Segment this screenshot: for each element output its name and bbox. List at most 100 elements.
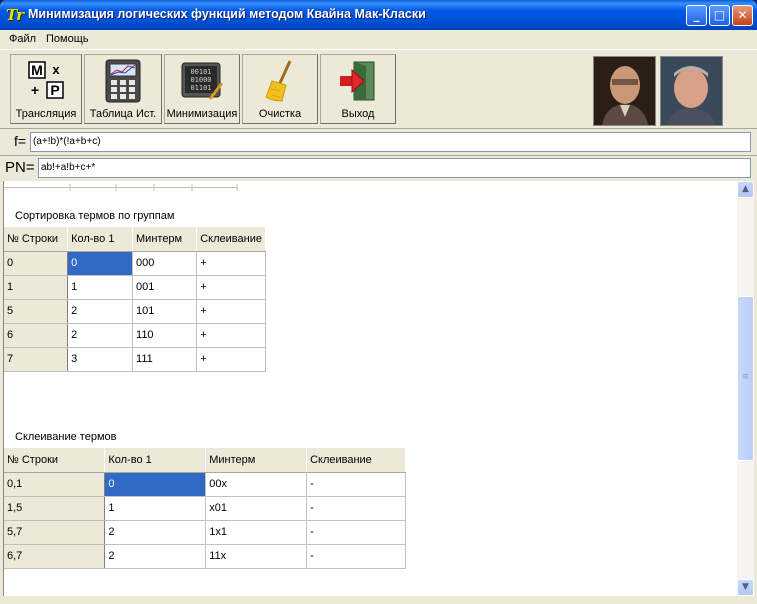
table-cell[interactable]: 11x [205, 544, 308, 569]
table-cell[interactable]: 0 [104, 472, 207, 497]
table-header-row: № Строки Кол-во 1 Минтерм Склеивание [4, 448, 406, 473]
clear-label: Очистка [258, 108, 302, 120]
table-row: 6 2 110 + [4, 323, 266, 348]
binary-line-1: 00101 [190, 68, 211, 76]
exit-label: Выход [341, 108, 375, 120]
table-cell[interactable]: 2 [67, 299, 134, 324]
table-row: 5,7 2 1x1 - [4, 520, 406, 545]
merge-table: № Строки Кол-во 1 Минтерм Склеивание 0,1… [4, 448, 406, 569]
table-cell[interactable]: 2 [67, 323, 134, 348]
column-header[interactable]: № Строки [4, 227, 69, 252]
row-number-cell[interactable]: 0 [4, 251, 69, 276]
row-number-cell[interactable]: 6,7 [4, 544, 106, 569]
translate-button[interactable]: M x + P Трансляция [10, 54, 82, 124]
chevron-up-icon: ▲ [742, 184, 749, 194]
table-cell[interactable]: - [306, 496, 406, 521]
window-title: Минимизация логических функций методом К… [28, 7, 426, 21]
table-row: 1,5 1 x01 - [4, 496, 406, 521]
groups-table: № Строки Кол-во 1 Минтерм Склеивание 0 0… [4, 227, 266, 372]
table-cell[interactable]: + [196, 347, 266, 372]
app-window: Tr Минимизация логических функций методо… [0, 0, 757, 604]
table-cell[interactable]: 2 [104, 520, 207, 545]
groups-table-title: Сортировка термов по группам [15, 210, 175, 222]
minimize-function-label: Минимизация [166, 108, 238, 120]
table-cell[interactable]: x01 [205, 496, 308, 521]
formula-row: f= (a+!b)*(!a+b+c) [0, 128, 757, 155]
table-cell[interactable]: 0 [67, 251, 134, 276]
scroll-up-button[interactable]: ▲ [737, 181, 754, 198]
row-number-cell[interactable]: 5 [4, 299, 69, 324]
menu-bar: Файл Помощь [0, 30, 757, 49]
translate-icon-p: P [50, 82, 59, 98]
scroll-down-button[interactable]: ▼ [737, 579, 754, 596]
table-row: 0,1 0 00x - [4, 472, 406, 497]
calculator-icon [103, 59, 143, 103]
table-row: 0 0 000 + [4, 251, 266, 276]
pn-label: PN= [5, 159, 35, 176]
table-row: 1 1 001 + [4, 275, 266, 300]
pn-row: PN= ab!+a!b+c+* [0, 155, 757, 182]
minimize-button[interactable]: _ [686, 5, 707, 26]
results-pane[interactable]: Сортировка термов по группам № Строки Ко… [3, 181, 737, 596]
table-cell[interactable]: - [306, 544, 406, 569]
vertical-scrollbar[interactable]: ▲ ≡ ▼ [737, 181, 754, 596]
translate-icon-m: M [31, 62, 43, 78]
table-cell[interactable]: - [306, 520, 406, 545]
table-cell[interactable]: + [196, 251, 266, 276]
table-cell[interactable]: - [306, 472, 406, 497]
table-cell[interactable]: 001 [132, 275, 198, 300]
column-header[interactable]: Склеивание [196, 227, 266, 252]
title-bar[interactable]: Tr Минимизация логических функций методо… [0, 0, 757, 30]
menu-help[interactable]: Помощь [46, 33, 89, 45]
row-number-cell[interactable]: 1 [4, 275, 69, 300]
row-number-cell[interactable]: 0,1 [4, 472, 106, 497]
clear-button[interactable]: Очистка [242, 54, 318, 124]
truth-table-button[interactable]: Таблица Ист. [84, 54, 162, 124]
chevron-down-icon: ▼ [742, 582, 749, 592]
table-cell[interactable]: 00x [205, 472, 308, 497]
table-row: 7 3 111 + [4, 347, 266, 372]
table-cell[interactable]: 1 [67, 275, 134, 300]
table-cell[interactable]: 110 [132, 323, 198, 348]
table-cell[interactable]: + [196, 275, 266, 300]
translate-icon-x: x [52, 62, 60, 77]
exit-button[interactable]: Выход [320, 54, 396, 124]
column-header[interactable]: Кол-во 1 [104, 448, 207, 473]
formula-input[interactable]: (a+!b)*(!a+b+c) [30, 132, 751, 152]
binary-line-2: 01000 [190, 76, 211, 84]
binary-monitor-icon: 00101 01000 01101 [180, 61, 224, 101]
table-cell[interactable]: + [196, 299, 266, 324]
row-number-cell[interactable]: 1,5 [4, 496, 106, 521]
close-button[interactable]: ✕ [732, 5, 753, 26]
formula-label: f= [14, 133, 27, 149]
table-row: 6,7 2 11x - [4, 544, 406, 569]
column-header[interactable]: № Строки [4, 448, 106, 473]
column-header[interactable]: Кол-во 1 [67, 227, 134, 252]
table-cell[interactable]: 111 [132, 347, 198, 372]
table-cell[interactable]: + [196, 323, 266, 348]
maximize-button[interactable]: □ [709, 5, 730, 26]
translate-label: Трансляция [15, 108, 77, 120]
column-header[interactable]: Минтерм [205, 448, 308, 473]
table-header-row: № Строки Кол-во 1 Минтерм Склеивание [4, 227, 266, 252]
table-cell[interactable]: 3 [67, 347, 134, 372]
table-cell[interactable]: 1x1 [205, 520, 308, 545]
merge-table-title: Склеивание термов [15, 431, 117, 443]
minimize-function-button[interactable]: 00101 01000 01101 Минимизация [164, 54, 240, 124]
table-cell[interactable]: 101 [132, 299, 198, 324]
table-cell[interactable]: 1 [104, 496, 207, 521]
app-icon: Tr [6, 6, 24, 24]
row-number-cell[interactable]: 5,7 [4, 520, 106, 545]
row-number-cell[interactable]: 7 [4, 347, 69, 372]
binary-line-3: 01101 [190, 84, 211, 92]
column-header[interactable]: Склеивание [306, 448, 406, 473]
table-cell[interactable]: 2 [104, 544, 207, 569]
pn-input[interactable]: ab!+a!b+c+* [38, 158, 751, 178]
row-number-cell[interactable]: 6 [4, 323, 69, 348]
scrollbar-thumb[interactable]: ≡ [737, 296, 754, 461]
broom-icon [260, 59, 300, 103]
menu-file[interactable]: Файл [9, 33, 36, 45]
column-header[interactable]: Минтерм [132, 227, 198, 252]
exit-door-icon [338, 60, 378, 102]
table-cell[interactable]: 000 [132, 251, 198, 276]
